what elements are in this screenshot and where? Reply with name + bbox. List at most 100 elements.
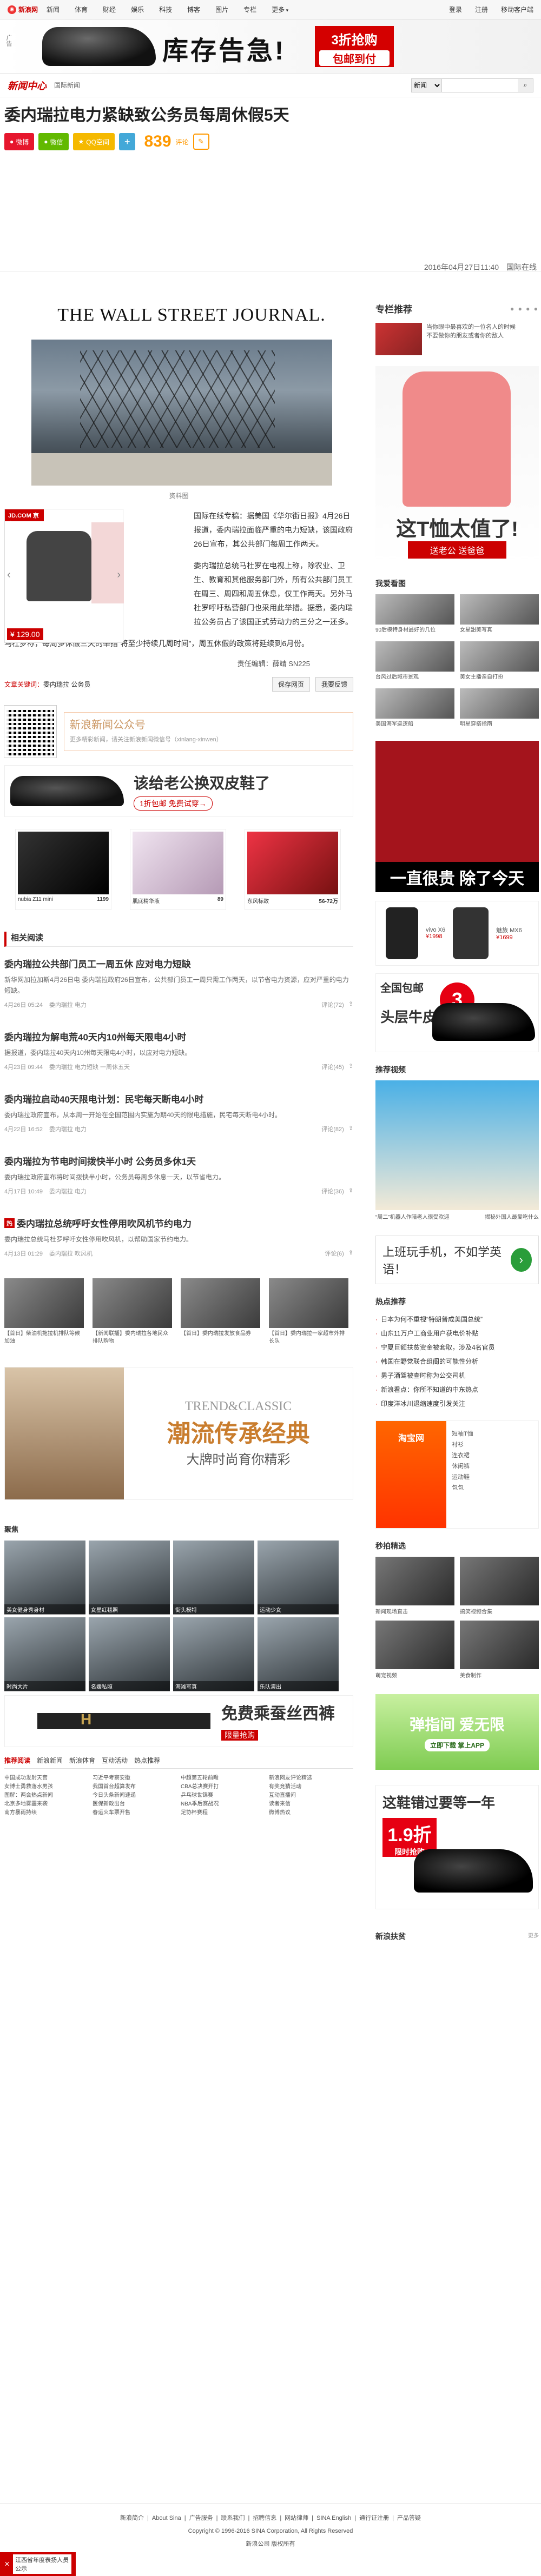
gallery-item[interactable]: 海滩写真 xyxy=(173,1617,254,1691)
close-icon[interactable]: ✕ xyxy=(4,2560,10,2568)
comment-count[interactable]: 839 xyxy=(144,132,171,151)
share-icon[interactable]: ⇪ xyxy=(348,1063,353,1071)
share-wechat-button[interactable]: ● 微信 xyxy=(38,133,69,150)
nav-finance[interactable]: 财经 xyxy=(103,5,116,14)
polo-shirt-ad[interactable]: 这T恤太值了! 送老公 送爸爸 xyxy=(375,366,539,566)
video-card[interactable]: 萌宠视频 xyxy=(375,1621,454,1679)
nav-blog[interactable]: 博客 xyxy=(187,5,200,14)
search-scope-select[interactable]: 新闻 xyxy=(412,78,442,92)
video-card[interactable]: 搞笑视频合集 xyxy=(460,1557,539,1615)
more-link[interactable]: 更多 xyxy=(528,1931,539,1942)
belt-ad[interactable]: 免费乘蚕丝西裤限量抢购 xyxy=(4,1695,353,1747)
article-source[interactable]: 国际在线 xyxy=(506,263,537,271)
news-tags[interactable]: 委内瑞拉 电力 xyxy=(49,1000,87,1009)
tab-sina-sports[interactable]: 新浪体育 xyxy=(69,1756,95,1765)
video-card[interactable]: 新闻现场直击 xyxy=(375,1557,454,1615)
phone-ad[interactable]: vivo X6 ¥1998 魅族 MX6 ¥1699 xyxy=(375,901,539,966)
shoe-ad-3[interactable]: 这鞋错过要等一年 1.9折 限时抢购 xyxy=(375,1785,539,1909)
news-comments[interactable]: 评论(82) xyxy=(321,1125,344,1133)
news-comments[interactable]: 评论(45) xyxy=(321,1063,344,1071)
news-tags[interactable]: 委内瑞拉 电力 xyxy=(49,1125,87,1133)
nav-column[interactable]: 专栏 xyxy=(243,5,256,14)
nav-news[interactable]: 新闻 xyxy=(47,5,60,14)
product-card[interactable]: 东风标致 56-72万 xyxy=(245,829,341,910)
register-link[interactable]: 注册 xyxy=(475,5,488,14)
nav-tech[interactable]: 科技 xyxy=(159,5,172,14)
nav-more[interactable]: 更多 xyxy=(272,5,288,14)
floating-notice[interactable]: ✕ 江西省年度表扬人员公示 xyxy=(0,2552,76,2576)
list-item[interactable]: · 新浪看点：你所不知道的中东热点 xyxy=(375,1383,539,1397)
nav-entertainment[interactable]: 娱乐 xyxy=(131,5,144,14)
list-item[interactable]: · 日本为何不重视“特朗普成美国总统” xyxy=(375,1312,539,1326)
sidebar-hot-item[interactable]: 当你眼中最喜欢的一位名人的时候 不要做你的朋友或者你的敌人 xyxy=(375,323,539,355)
gallery-item[interactable]: 美女健身秀身材 xyxy=(4,1541,85,1615)
next-arrow-icon[interactable]: › xyxy=(117,569,121,581)
pic-card[interactable]: 女星甜美写真 xyxy=(460,594,539,634)
search-icon[interactable]: ⌕ xyxy=(518,78,533,92)
save-page-button[interactable]: 保存网页 xyxy=(272,677,310,692)
feedback-button[interactable]: 我要反馈 xyxy=(315,677,353,692)
go-arrow-icon[interactable]: › xyxy=(510,1248,532,1272)
news-comments[interactable]: 评论(72) xyxy=(321,1000,344,1009)
product-card[interactable]: nubia Z11 mini 1199 xyxy=(15,829,111,910)
share-icon[interactable]: ⇪ xyxy=(348,1000,353,1009)
video-thumbnail[interactable] xyxy=(375,1080,539,1210)
share-icon[interactable]: ⇪ xyxy=(348,1187,353,1196)
app-ad-download[interactable]: 立即下载 掌上APP xyxy=(424,1738,490,1751)
thumb-card[interactable]: 【首日】委内瑞拉一家超市外排长队 xyxy=(269,1278,348,1345)
fashion-ad[interactable]: TREND&CLASSIC 潮流传承经典 大牌时尚育你精彩 xyxy=(4,1367,353,1500)
red-shirt-ad[interactable]: 一直很贵 除了今天 xyxy=(375,741,539,892)
list-item[interactable]: · 韩国在野党联合组阁的可能性分析 xyxy=(375,1355,539,1369)
tab-sina-news[interactable]: 新浪新闻 xyxy=(37,1756,63,1765)
gallery-item[interactable]: 乐队演出 xyxy=(258,1617,339,1691)
share-icon[interactable]: ⇪ xyxy=(348,1125,353,1133)
nav-photos[interactable]: 图片 xyxy=(215,5,228,14)
shoe-banner-ad[interactable]: 该给老公换双皮鞋了 1折包邮 免费试穿→ xyxy=(4,765,353,817)
shoe-ad-2[interactable]: 全国包邮 3 头层牛皮 xyxy=(375,973,539,1052)
news-tags[interactable]: 委内瑞拉 电力短缺 一周休五天 xyxy=(49,1063,130,1071)
list-item[interactable]: · 山东11万户工商业用户获电价补贴 xyxy=(375,1326,539,1340)
gallery-item[interactable]: 女星红毯照 xyxy=(89,1541,170,1615)
share-qzone-button[interactable]: ★ QQ空间 xyxy=(72,133,115,150)
channel-brand[interactable]: 新闻中心 xyxy=(8,78,47,92)
thumb-card[interactable]: 【首日】委内瑞拉发放食品券 xyxy=(181,1278,260,1345)
news-tags[interactable]: 委内瑞拉 电力 xyxy=(49,1187,87,1196)
news-title-link[interactable]: 委内瑞拉为节电时间拨快半小时 公务员多休1天 xyxy=(4,1154,353,1167)
thumb-card[interactable]: 【新闻联播】委内瑞拉各地民众排队购物 xyxy=(93,1278,172,1345)
login-link[interactable]: 登录 xyxy=(449,5,462,14)
news-title-link[interactable]: 委内瑞拉公共部门员工一周五休 应对电力短缺 xyxy=(4,957,353,970)
gallery-item[interactable]: 时尚大片 xyxy=(4,1617,85,1691)
thumb-card[interactable]: 【首日】柴油机拖拉机排队等候加油 xyxy=(4,1278,84,1345)
product-card[interactable]: 肌底精华液 89 xyxy=(130,829,226,910)
mobile-client-link[interactable]: 移动客户端 xyxy=(501,5,533,14)
news-tags[interactable]: 委内瑞拉 吹风机 xyxy=(49,1249,93,1258)
list-item[interactable]: · 印度洋冰川退缩速度引发关注 xyxy=(375,1397,539,1411)
pic-card[interactable]: 明星穿搭指南 xyxy=(460,688,539,728)
jd-shirt-ad[interactable]: JD.COM 京东 ‹ › ¥ 129.00 xyxy=(4,509,124,643)
pic-card[interactable]: 美国海军巡逻船 xyxy=(375,688,454,728)
news-comments[interactable]: 评论(36) xyxy=(321,1187,344,1196)
share-icon[interactable]: ⇪ xyxy=(348,1249,353,1258)
nav-sports[interactable]: 体育 xyxy=(75,5,88,14)
tab-recommend[interactable]: 推荐阅读 xyxy=(4,1756,30,1765)
list-item[interactable]: · 男子酒驾被查时称为公交司机 xyxy=(375,1369,539,1383)
gallery-item[interactable]: 名媛私照 xyxy=(89,1617,170,1691)
gallery-item[interactable]: 街头模特 xyxy=(173,1541,254,1615)
taobao-ad[interactable]: 淘宝网 短袖T恤 衬衫 连衣裙 休闲裤 运动鞋 包包 xyxy=(375,1420,539,1529)
news-title-link[interactable]: 热委内瑞拉总统呼吁女性停用吹风机节约电力 xyxy=(4,1216,353,1230)
gallery-item[interactable]: 运动少女 xyxy=(258,1541,339,1615)
top-banner-ad[interactable]: 广告 库存告急! 3折抢购 包邮到付 xyxy=(0,19,541,74)
breadcrumb[interactable]: 国际新闻 xyxy=(54,81,80,90)
app-ad[interactable]: 弹指间 爱无限 立即下载 掌上APP xyxy=(375,1694,539,1770)
news-title-link[interactable]: 委内瑞拉为解电荒40天内10州每天限电4小时 xyxy=(4,1030,353,1043)
list-item[interactable]: · 宁夏巨额扶贫资金被套取，涉及4名官员 xyxy=(375,1340,539,1355)
carousel-dots[interactable]: ● ● ● ● xyxy=(510,305,539,313)
edit-icon[interactable]: ✎ xyxy=(193,134,209,150)
english-ad[interactable]: 上班玩手机，不如学英语！ › xyxy=(375,1236,539,1284)
tab-hot[interactable]: 热点推荐 xyxy=(134,1756,160,1765)
news-title-link[interactable]: 委内瑞拉启动40天限电计划：民宅每天断电4小时 xyxy=(4,1092,353,1105)
pic-card[interactable]: 90后模特身材最好的几位 xyxy=(375,594,454,634)
share-weibo-button[interactable]: ● 微博 xyxy=(4,133,35,150)
pic-card[interactable]: 台风过后城市景观 xyxy=(375,641,454,681)
search-input[interactable] xyxy=(442,78,518,92)
